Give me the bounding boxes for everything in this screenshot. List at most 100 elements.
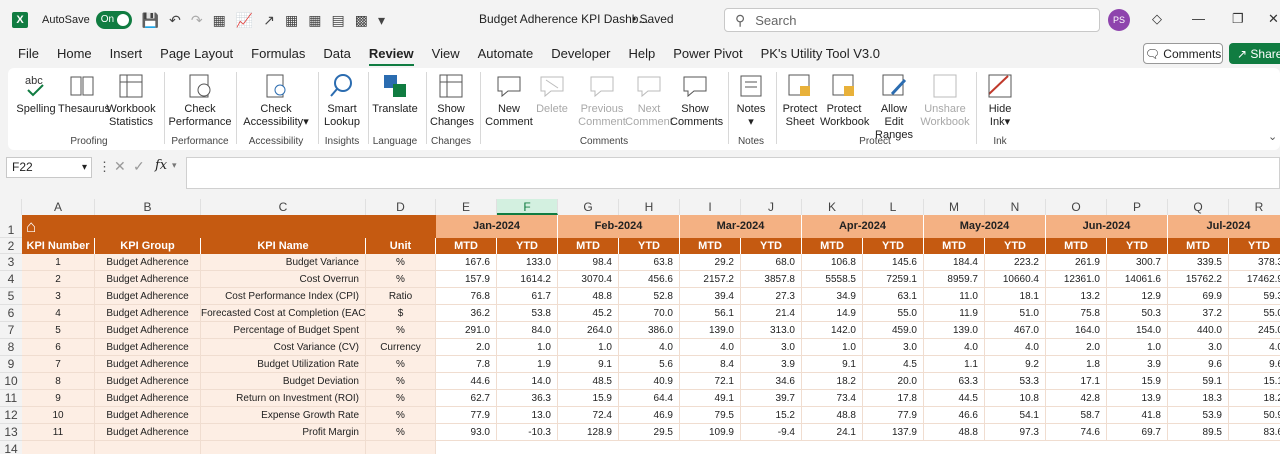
cell-kpi-number[interactable]: 4 xyxy=(22,305,95,322)
ribbon-collapse-icon[interactable]: ⌄ xyxy=(1268,130,1277,143)
thesaurus-button[interactable]: Thesaurus xyxy=(58,72,110,116)
cell-unit[interactable]: % xyxy=(366,356,436,373)
cell-value[interactable]: 75.8 xyxy=(1046,305,1107,322)
cell-value[interactable]: 15762.2 xyxy=(1168,271,1229,288)
cell-kpi-number[interactable]: 2 xyxy=(22,271,95,288)
chart-icon[interactable]: 📈 xyxy=(236,12,253,29)
cell-value[interactable]: 53.9 xyxy=(1168,407,1229,424)
cell-value[interactable]: 10660.4 xyxy=(985,271,1046,288)
cell-value[interactable]: 133.0 xyxy=(497,254,558,271)
cell-value[interactable]: 4.0 xyxy=(985,339,1046,356)
cell-value[interactable]: 64.4 xyxy=(619,390,680,407)
cell-value[interactable]: 8.4 xyxy=(680,356,741,373)
row-header[interactable]: 8 xyxy=(0,339,22,356)
empty-cell[interactable] xyxy=(366,441,436,454)
cell-value[interactable]: 36.2 xyxy=(436,305,497,322)
cell-value[interactable]: 41.8 xyxy=(1107,407,1168,424)
cell-value[interactable]: 20.0 xyxy=(863,373,924,390)
cell-value[interactable]: 54.1 xyxy=(985,407,1046,424)
cell-value[interactable]: 109.9 xyxy=(680,424,741,441)
cell-value[interactable]: 11.9 xyxy=(924,305,985,322)
cell-value[interactable]: 34.9 xyxy=(802,288,863,305)
tab-automate[interactable]: Automate xyxy=(478,42,534,66)
cell-value[interactable]: 1.0 xyxy=(802,339,863,356)
cell-value[interactable]: 1.0 xyxy=(558,339,619,356)
cell-value[interactable]: 467.0 xyxy=(985,322,1046,339)
cell-value[interactable]: 13.2 xyxy=(1046,288,1107,305)
cell-value[interactable]: 98.4 xyxy=(558,254,619,271)
cell-value[interactable]: 61.7 xyxy=(497,288,558,305)
cell-kpi-group[interactable]: Budget Adherence xyxy=(95,407,201,424)
cell-value[interactable]: 3857.8 xyxy=(741,271,802,288)
cell-value[interactable]: 59.1 xyxy=(1168,373,1229,390)
cell-value[interactable]: 2.0 xyxy=(436,339,497,356)
column-header[interactable]: I xyxy=(680,199,741,215)
cell-value[interactable]: 4.0 xyxy=(680,339,741,356)
cell-value[interactable]: 313.0 xyxy=(741,322,802,339)
document-title[interactable]: Budget Adherence KPI Dashb... xyxy=(479,12,648,26)
cell-value[interactable]: 15.9 xyxy=(1107,373,1168,390)
tab-view[interactable]: View xyxy=(432,42,460,66)
next-comment-button[interactable]: Next Comment xyxy=(624,72,674,129)
autosave-toggle[interactable]: On xyxy=(95,11,132,29)
cell-value[interactable]: 89.5 xyxy=(1168,424,1229,441)
cell-kpi-name[interactable]: Expense Growth Rate xyxy=(201,407,366,424)
cell-value[interactable]: 12361.0 xyxy=(1046,271,1107,288)
cell-value[interactable]: 58.7 xyxy=(1046,407,1107,424)
cell-kpi-name[interactable]: Cost Variance (CV) xyxy=(201,339,366,356)
hide-ink-button[interactable]: Hide Ink▾ xyxy=(982,72,1018,129)
cell-kpi-group[interactable]: Budget Adherence xyxy=(95,271,201,288)
cell-value[interactable]: 4.0 xyxy=(924,339,985,356)
row-header[interactable]: 5 xyxy=(0,288,22,305)
cell-value[interactable]: 17462.9 xyxy=(1229,271,1280,288)
cell-kpi-number[interactable]: 5 xyxy=(22,322,95,339)
cell-unit[interactable]: % xyxy=(366,271,436,288)
column-header[interactable]: K xyxy=(802,199,863,215)
cell-value[interactable]: 14.0 xyxy=(497,373,558,390)
cell-value[interactable]: 39.4 xyxy=(680,288,741,305)
enter-icon[interactable]: ✓ xyxy=(133,158,145,175)
cell-value[interactable]: 2157.2 xyxy=(680,271,741,288)
tab-home[interactable]: Home xyxy=(57,42,92,66)
cell-unit[interactable]: % xyxy=(366,407,436,424)
customize-qat-icon[interactable]: ▾ xyxy=(378,12,385,29)
smart-lookup-button[interactable]: Smart Lookup xyxy=(322,72,362,129)
cell-kpi-group[interactable]: Budget Adherence xyxy=(95,305,201,322)
cell-value[interactable]: 245.0 xyxy=(1229,322,1280,339)
cell-value[interactable]: 300.7 xyxy=(1107,254,1168,271)
cell-value[interactable]: 378.3 xyxy=(1229,254,1280,271)
cell-value[interactable]: 27.3 xyxy=(741,288,802,305)
row-header[interactable]: 2 xyxy=(0,238,22,254)
cell-value[interactable]: 63.3 xyxy=(924,373,985,390)
cell-value[interactable]: 42.8 xyxy=(1046,390,1107,407)
cell-value[interactable]: 44.6 xyxy=(436,373,497,390)
row-header[interactable]: 1 xyxy=(0,215,22,238)
row-header[interactable]: 4 xyxy=(0,271,22,288)
notes-button[interactable]: Notes ▾ xyxy=(732,72,770,129)
cell-value[interactable]: 5558.5 xyxy=(802,271,863,288)
column-header[interactable]: Q xyxy=(1168,199,1229,215)
cell-value[interactable]: 386.0 xyxy=(619,322,680,339)
cell-value[interactable]: 139.0 xyxy=(680,322,741,339)
cell-unit[interactable]: % xyxy=(366,254,436,271)
cell-kpi-group[interactable]: Budget Adherence xyxy=(95,424,201,441)
column-header[interactable]: D xyxy=(366,199,436,215)
cell-value[interactable]: 62.7 xyxy=(436,390,497,407)
spelling-button[interactable]: abc Spelling xyxy=(16,72,56,116)
cell-kpi-group[interactable]: Budget Adherence xyxy=(95,356,201,373)
cell-value[interactable]: 17.1 xyxy=(1046,373,1107,390)
cell-kpi-number[interactable]: 6 xyxy=(22,339,95,356)
undo-icon[interactable]: ↶ xyxy=(169,12,181,29)
cell-value[interactable]: 10.8 xyxy=(985,390,1046,407)
cell-value[interactable]: 97.3 xyxy=(985,424,1046,441)
cell-value[interactable]: 69.7 xyxy=(1107,424,1168,441)
cell-value[interactable]: 72.1 xyxy=(680,373,741,390)
cell-value[interactable]: -9.4 xyxy=(741,424,802,441)
borders-icon[interactable]: ▦ xyxy=(213,12,226,29)
cell-value[interactable]: 93.0 xyxy=(436,424,497,441)
cell-value[interactable]: 1.1 xyxy=(924,356,985,373)
cell-kpi-number[interactable]: 7 xyxy=(22,356,95,373)
cell-value[interactable]: 63.8 xyxy=(619,254,680,271)
cell-value[interactable]: 145.6 xyxy=(863,254,924,271)
row-header[interactable]: 7 xyxy=(0,322,22,339)
